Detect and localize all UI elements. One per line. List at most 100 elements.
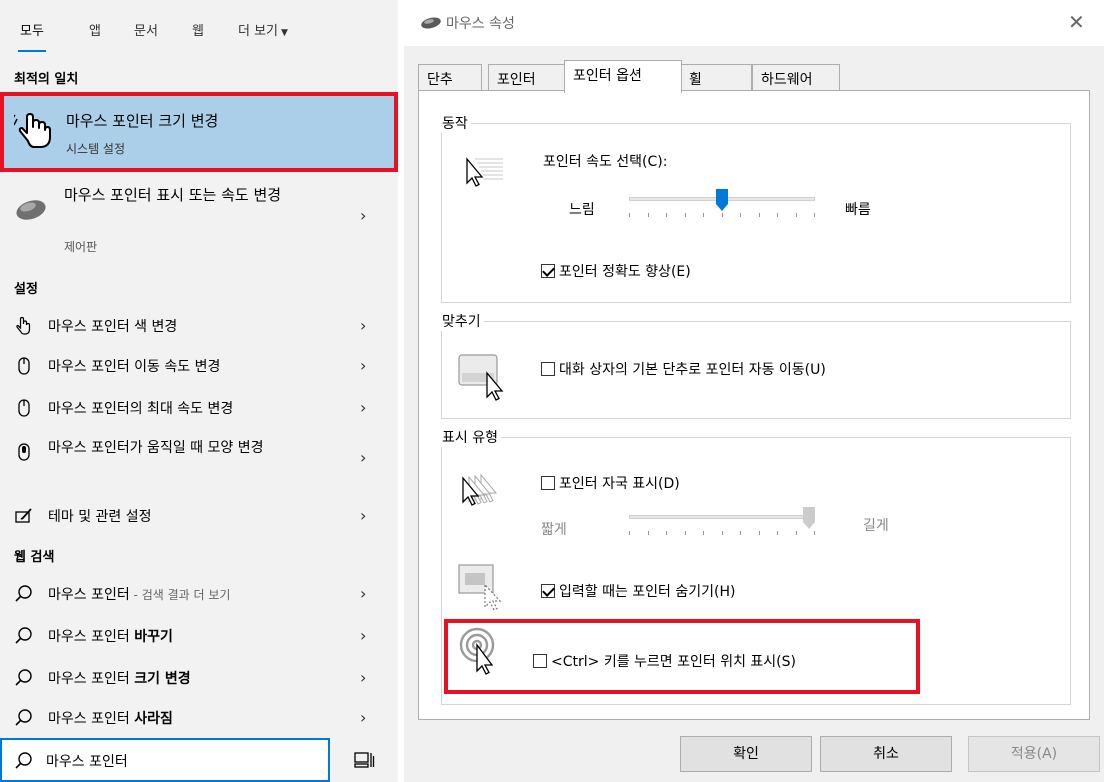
task-view-icon[interactable] xyxy=(352,748,376,772)
pointer-speed-icon xyxy=(466,157,503,187)
tab-pointers[interactable]: 포인터 xyxy=(488,64,568,92)
slider-tick xyxy=(795,213,797,217)
slider-tick xyxy=(684,531,686,535)
pointer-trails-icon xyxy=(462,473,498,506)
slider-tick xyxy=(740,531,741,535)
dialog-titlebar: 마우스 속성 ✕ xyxy=(404,0,1104,46)
tab-hardware[interactable]: 하드웨어 xyxy=(752,64,840,92)
filter-tab-documents[interactable]: 문서 xyxy=(134,20,158,39)
settings-item[interactable]: 마우스 포인터 색 변경 › xyxy=(0,306,398,346)
search-icon xyxy=(15,709,32,726)
slider-tick xyxy=(721,213,723,217)
chevron-right-icon[interactable]: › xyxy=(360,626,366,645)
snap-legend: 맞추기 xyxy=(442,314,481,330)
web-search-header: 웹 검색 xyxy=(14,550,55,565)
search-input[interactable] xyxy=(46,748,316,774)
ok-button[interactable]: 확인 xyxy=(680,736,812,772)
theme-brush-icon xyxy=(15,508,32,523)
search-icon xyxy=(15,752,32,769)
slider-tick xyxy=(814,213,815,217)
tab-wheel[interactable]: 휠 xyxy=(680,64,752,92)
slider-thumb xyxy=(803,507,815,529)
search-panel: 모두 앱 문서 웹 더 보기 ▼ 최적의 일치 마우스 포인터 크기 변경 시스템… xyxy=(0,0,398,782)
chevron-right-icon[interactable]: › xyxy=(360,448,366,467)
snap-to-default-checkbox[interactable]: 대화 상자의 기본 단추로 포인터 자동 이동(U) xyxy=(541,359,826,379)
chevron-right-icon[interactable]: › xyxy=(360,668,366,687)
mouse-icon xyxy=(421,17,441,29)
chevron-right-icon[interactable]: › xyxy=(360,316,366,335)
settings-item[interactable]: 마우스 포인터가 움직일 때 모양 변경 › xyxy=(0,436,398,484)
checkbox-box[interactable] xyxy=(541,584,555,598)
visibility-legend: 표시 유형 xyxy=(442,430,498,446)
chevron-right-icon[interactable]: › xyxy=(360,206,366,225)
chevron-right-icon[interactable]: › xyxy=(360,356,366,375)
chevron-right-icon[interactable]: › xyxy=(360,584,366,603)
slider-tick xyxy=(758,531,760,535)
motion-legend: 동작 xyxy=(442,116,468,132)
filter-tab-all[interactable]: 모두 xyxy=(18,20,46,52)
apply-button[interactable]: 적용(A) xyxy=(968,736,1100,772)
hand-pointer-icon xyxy=(16,316,31,335)
search-icon xyxy=(15,669,32,686)
cancel-button[interactable]: 취소 xyxy=(820,736,952,772)
caret-down-icon: ▼ xyxy=(281,28,288,38)
slider-tick xyxy=(777,213,778,217)
tab-pointer-options[interactable]: 포인터 옵션 xyxy=(564,60,682,93)
web-search-item[interactable]: 마우스 포인터 바꾸기 › xyxy=(0,616,398,656)
hand-pointer-icon xyxy=(14,113,51,148)
mouse-control-panel-result[interactable]: 마우스 포인터 표시 또는 속도 변경 제어판 › xyxy=(0,176,398,266)
search-box[interactable] xyxy=(0,738,330,782)
result-subtitle: 제어판 xyxy=(64,240,98,254)
mouse-outline-icon xyxy=(18,357,30,375)
pointer-speed-slider[interactable] xyxy=(629,189,815,217)
search-icon xyxy=(15,585,32,602)
slider-thumb[interactable] xyxy=(716,189,728,211)
close-icon[interactable]: ✕ xyxy=(1068,10,1085,34)
checkbox-box[interactable] xyxy=(541,264,555,278)
short-label: 짧게 xyxy=(541,522,567,538)
filter-tab-apps[interactable]: 앱 xyxy=(89,20,101,39)
filter-tab-web[interactable]: 웹 xyxy=(192,20,204,39)
web-search-item[interactable]: 마우스 포인터 사라짐 › xyxy=(0,698,398,738)
pointer-speed-label: 포인터 속도 선택(C): xyxy=(543,154,668,170)
slider-tick xyxy=(814,531,815,535)
filter-tab-more[interactable]: 더 보기 ▼ xyxy=(238,20,288,39)
annotation-highlight-box xyxy=(444,619,920,694)
best-match-header: 최적의 일치 xyxy=(14,72,79,87)
checkbox-box[interactable] xyxy=(541,476,555,490)
slider-tick xyxy=(703,213,704,217)
best-match-result[interactable]: 마우스 포인터 크기 변경 시스템 설정 xyxy=(0,92,398,172)
chevron-right-icon[interactable]: › xyxy=(360,708,366,727)
web-search-item[interactable]: 마우스 포인터 - 검색 결과 더 보기 › xyxy=(0,574,398,614)
chevron-right-icon[interactable]: › xyxy=(360,506,366,525)
settings-header: 설정 xyxy=(14,282,38,297)
hide-while-typing-checkbox[interactable]: 입력할 때는 포인터 숨기기(H) xyxy=(541,581,735,601)
slider-tick xyxy=(647,213,649,217)
web-search-item[interactable]: 마우스 포인터 크기 변경 › xyxy=(0,658,398,698)
slider-tick xyxy=(721,531,723,535)
snap-to-default-icon xyxy=(458,354,504,401)
enhance-precision-checkbox[interactable]: 포인터 정확도 향상(E) xyxy=(541,261,691,281)
settings-item[interactable]: 마우스 포인터의 최대 속도 변경 › xyxy=(0,388,398,428)
fast-label: 빠름 xyxy=(845,202,871,218)
active-tab-indicator xyxy=(18,50,46,52)
dialog-title: 마우스 속성 xyxy=(446,16,515,32)
best-match-title: 마우스 포인터 크기 변경 xyxy=(66,112,219,130)
mouse-outline-icon xyxy=(18,399,30,417)
pointer-trail-length-slider xyxy=(629,507,815,535)
slider-tick xyxy=(684,213,686,217)
checkbox-box[interactable] xyxy=(541,362,555,376)
settings-item[interactable]: 마우스 포인터 이동 속도 변경 › xyxy=(0,346,398,386)
chevron-right-icon[interactable]: › xyxy=(360,398,366,417)
slow-label: 느림 xyxy=(569,202,595,218)
settings-item[interactable]: 테마 및 관련 설정 › xyxy=(0,496,398,536)
slider-tick xyxy=(740,213,741,217)
tab-buttons[interactable]: 단추 xyxy=(418,64,482,92)
pointer-trails-checkbox[interactable]: 포인터 자국 표시(D) xyxy=(541,473,680,493)
search-filter-tabs: 모두 앱 문서 웹 더 보기 ▼ xyxy=(0,0,398,60)
mouse-icon xyxy=(16,200,46,220)
slider-ticks xyxy=(629,213,815,217)
hide-pointer-icon xyxy=(458,564,502,611)
best-match-subtitle: 시스템 설정 xyxy=(66,142,126,156)
search-icon xyxy=(15,627,32,644)
